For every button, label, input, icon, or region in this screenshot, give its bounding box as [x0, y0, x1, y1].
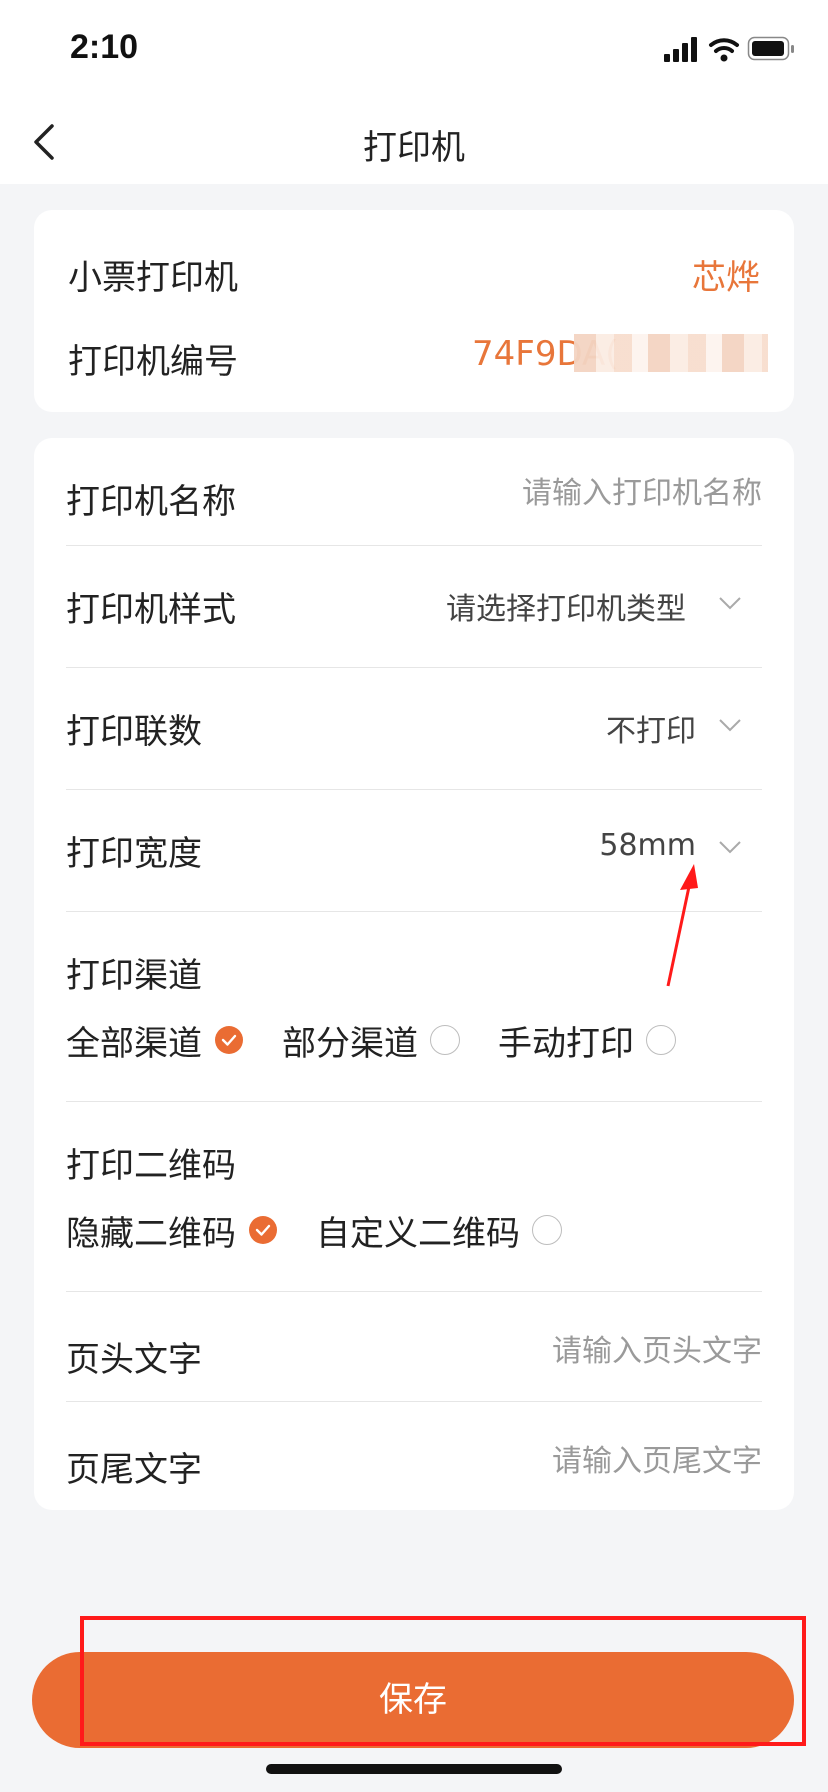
status-bar: 2:10 [0, 0, 828, 100]
printer-serial-label: 打印机编号 [68, 342, 238, 382]
radio-label: 全部渠道 [66, 1023, 202, 1064]
printer-name-input[interactable]: 请输入打印机名称 [522, 468, 762, 512]
footer-text-label: 页尾文字 [66, 1450, 202, 1490]
radio-checked-icon[interactable] [248, 1215, 278, 1245]
radio-label: 自定义二维码 [316, 1213, 520, 1254]
radio-label: 部分渠道 [282, 1023, 418, 1064]
printer-type-row: 小票打印机 芯烨 [68, 246, 760, 298]
print-copies-select[interactable]: 不打印 [606, 706, 696, 750]
nav-bar: 打印机 [0, 100, 828, 184]
print-qrcode-row: 打印二维码 隐藏二维码 自定义二维码 [66, 1102, 762, 1292]
printer-name-label: 打印机名称 [66, 482, 236, 522]
printer-brand: 芯烨 [692, 258, 760, 298]
footer-text-row[interactable]: 页尾文字 请输入页尾文字 [66, 1402, 762, 1510]
radio-unchecked-icon[interactable] [532, 1215, 562, 1245]
radio-hide-qrcode[interactable]: 隐藏二维码 [66, 1206, 278, 1254]
signal-icon [664, 37, 697, 62]
print-qrcode-label: 打印二维码 [66, 1146, 236, 1186]
radio-label: 手动打印 [498, 1023, 634, 1064]
status-icons [664, 36, 794, 62]
radio-unchecked-icon[interactable] [430, 1025, 460, 1055]
printer-type-label: 小票打印机 [68, 258, 238, 298]
printer-name-row[interactable]: 打印机名称 请输入打印机名称 [66, 438, 762, 546]
print-width-label: 打印宽度 [66, 834, 202, 874]
header-text-row[interactable]: 页头文字 请输入页头文字 [66, 1292, 762, 1402]
print-width-select[interactable]: 58mm [599, 828, 696, 863]
page-title: 打印机 [363, 128, 465, 168]
radio-unchecked-icon[interactable] [646, 1025, 676, 1055]
printer-info-card: 小票打印机 芯烨 打印机编号 74F9DA( [34, 210, 794, 412]
chevron-down-icon[interactable] [718, 840, 742, 854]
footer-text-input[interactable]: 请输入页尾文字 [552, 1436, 762, 1480]
header-text-input[interactable]: 请输入页头文字 [552, 1326, 762, 1370]
wifi-icon [709, 38, 739, 62]
serial-mosaic-blur [574, 334, 768, 372]
battery-icon [747, 36, 794, 61]
printer-style-select[interactable]: 请选择打印机类型 [446, 584, 686, 628]
annotation-highlight-box [80, 1616, 806, 1746]
print-channel-label: 打印渠道 [66, 956, 202, 996]
radio-partial-channels[interactable]: 部分渠道 [282, 1016, 460, 1064]
print-copies-row[interactable]: 打印联数 不打印 [66, 668, 762, 790]
radio-all-channels[interactable]: 全部渠道 [66, 1016, 244, 1064]
header-text-label: 页头文字 [66, 1340, 202, 1380]
radio-manual-print[interactable]: 手动打印 [498, 1016, 676, 1064]
status-time: 2:10 [70, 28, 139, 66]
radio-label: 隐藏二维码 [66, 1213, 236, 1254]
chevron-down-icon[interactable] [718, 718, 742, 732]
printer-style-row[interactable]: 打印机样式 请选择打印机类型 [66, 546, 762, 668]
radio-checked-icon[interactable] [214, 1025, 244, 1055]
chevron-down-icon[interactable] [718, 596, 742, 610]
radio-custom-qrcode[interactable]: 自定义二维码 [316, 1206, 562, 1254]
printer-style-label: 打印机样式 [66, 590, 236, 630]
print-copies-label: 打印联数 [66, 712, 202, 752]
annotation-arrow-icon [666, 864, 698, 987]
home-indicator [266, 1764, 562, 1774]
